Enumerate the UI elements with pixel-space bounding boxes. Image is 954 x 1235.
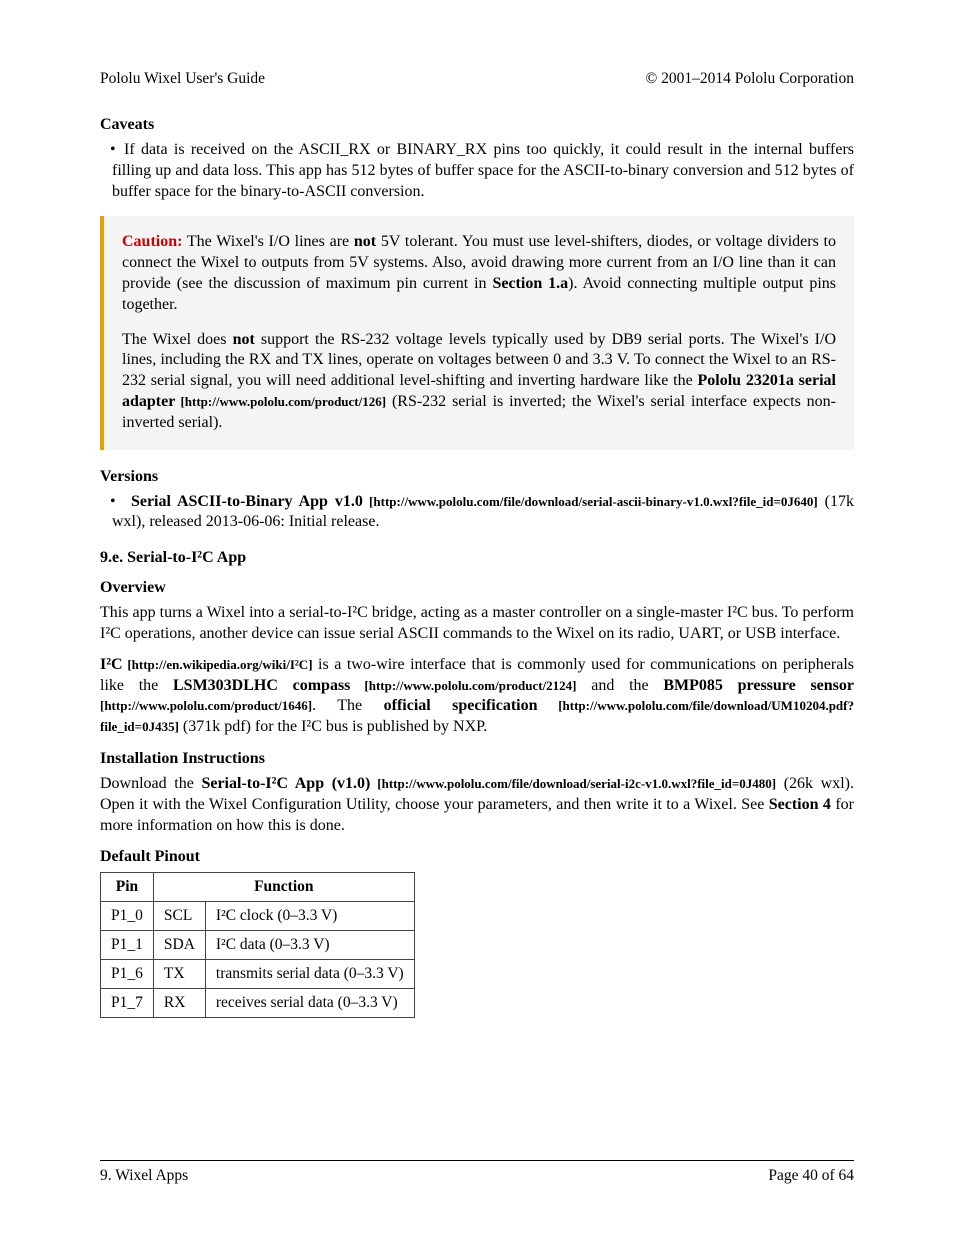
page: Pololu Wixel User's Guide © 2001–2014 Po… <box>0 0 954 1235</box>
caveats-bullet: If data is received on the ASCII_RX or B… <box>100 140 854 202</box>
sec-9e-heading: 9.e. Serial-to-I²C App <box>100 549 854 567</box>
table-row: P1_7 RX receives serial data (0–3.3 V) <box>101 989 415 1018</box>
cell-desc: I²C data (0–3.3 V) <box>205 931 414 960</box>
callout-section-ref: Section 1.a <box>492 275 568 292</box>
install-section-ref: Section 4 <box>769 796 831 813</box>
overview-heading: Overview <box>100 579 854 597</box>
cell-sig: SDA <box>153 931 205 960</box>
overview-p1: This app turns a Wixel into a serial-to-… <box>100 603 854 645</box>
footer-rule <box>100 1160 854 1161</box>
p2-b: and the <box>577 677 664 694</box>
cell-sig: SCL <box>153 902 205 931</box>
cell-pin: P1_7 <box>101 989 154 1018</box>
pinout-heading: Default Pinout <box>100 848 854 866</box>
cell-desc: receives serial data (0–3.3 V) <box>205 989 414 1018</box>
cell-pin: P1_6 <box>101 960 154 989</box>
callout-p2: The Wixel does not support the RS-232 vo… <box>122 330 836 434</box>
cell-pin: P1_0 <box>101 902 154 931</box>
table-row: P1_6 TX transmits serial data (0–3.3 V) <box>101 960 415 989</box>
cell-sig: TX <box>153 960 205 989</box>
lsm-url[interactable]: [http://www.pololu.com/product/2124] <box>350 678 576 693</box>
install-para: Download the Serial-to-I²C App (v1.0) [h… <box>100 774 854 836</box>
i2c-url[interactable]: [http://en.wikipedia.org/wiki/I²C] <box>123 657 313 672</box>
callout-p1-not: not <box>354 233 376 250</box>
header-left: Pololu Wixel User's Guide <box>100 70 265 88</box>
install-url[interactable]: [http://www.pololu.com/file/download/ser… <box>370 776 776 791</box>
table-header-row: Pin Function <box>101 873 415 902</box>
cell-desc: I²C clock (0–3.3 V) <box>205 902 414 931</box>
spec-link[interactable]: official specification <box>384 697 538 714</box>
page-header: Pololu Wixel User's Guide © 2001–2014 Po… <box>100 70 854 88</box>
caution-callout: Caution: The Wixel's I/O lines are not 5… <box>100 216 854 449</box>
install-a: Download the <box>100 775 201 792</box>
callout-p1: Caution: The Wixel's I/O lines are not 5… <box>122 232 836 315</box>
cell-sig: RX <box>153 989 205 1018</box>
caveats-heading: Caveats <box>100 116 854 134</box>
pinout-table: Pin Function P1_0 SCL I²C clock (0–3.3 V… <box>100 872 415 1018</box>
callout-p2-not: not <box>233 331 255 348</box>
install-link[interactable]: Serial-to-I²C App (v1.0) <box>201 775 370 792</box>
callout-p2-a: The Wixel does <box>122 331 233 348</box>
versions-item: Serial ASCII-to-Binary App v1.0 [http://… <box>100 492 854 534</box>
p2-d: (371k pdf) for the I²C bus is published … <box>179 718 487 735</box>
bmp-url[interactable]: [http://www.pololu.com/product/1646] <box>100 698 312 713</box>
cell-pin: P1_1 <box>101 931 154 960</box>
p2-c: . The <box>312 697 384 714</box>
table-row: P1_0 SCL I²C clock (0–3.3 V) <box>101 902 415 931</box>
lsm-link[interactable]: LSM303DLHC compass <box>173 677 350 694</box>
page-footer: 9. Wixel Apps Page 40 of 64 <box>100 1160 854 1185</box>
th-function: Function <box>153 873 414 902</box>
th-pin: Pin <box>101 873 154 902</box>
table-row: P1_1 SDA I²C data (0–3.3 V) <box>101 931 415 960</box>
install-heading: Installation Instructions <box>100 750 854 768</box>
overview-p2: I²C [http://en.wikipedia.org/wiki/I²C] i… <box>100 655 854 738</box>
bmp-link[interactable]: BMP085 pressure sensor <box>663 677 854 694</box>
versions-heading: Versions <box>100 468 854 486</box>
callout-p1-a: The Wixel's I/O lines are <box>182 233 353 250</box>
versions-url[interactable]: [http://www.pololu.com/file/download/ser… <box>363 494 818 509</box>
i2c-link[interactable]: I²C <box>100 656 123 673</box>
cell-desc: transmits serial data (0–3.3 V) <box>205 960 414 989</box>
versions-link[interactable]: Serial ASCII-to-Binary App v1.0 <box>131 493 363 510</box>
footer-right: Page 40 of 64 <box>768 1167 854 1185</box>
caution-label: Caution: <box>122 233 182 250</box>
serial-adapter-url[interactable]: [http://www.pololu.com/product/126] <box>175 394 386 409</box>
header-right: © 2001–2014 Pololu Corporation <box>645 70 854 88</box>
footer-left: 9. Wixel Apps <box>100 1167 188 1185</box>
